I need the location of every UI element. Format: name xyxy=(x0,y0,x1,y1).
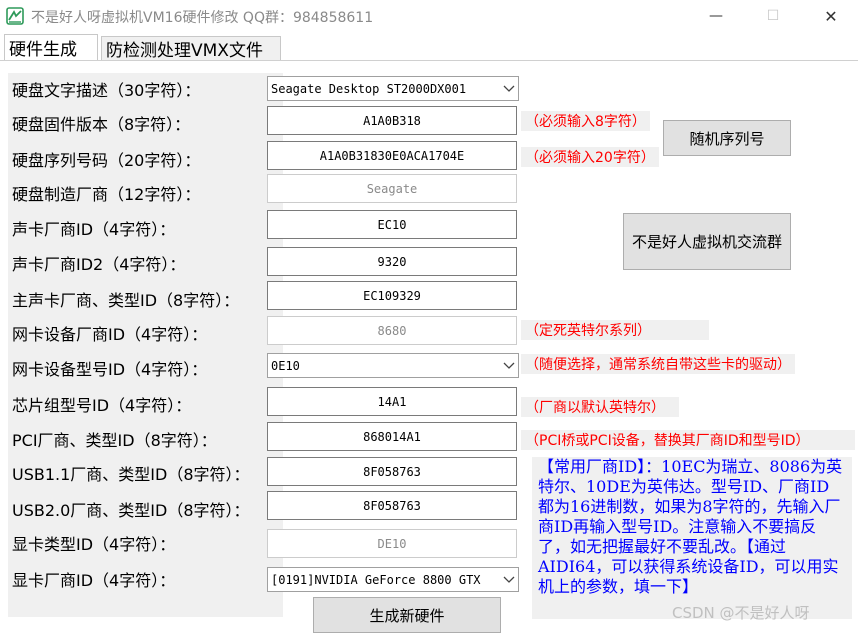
maximize-icon: ☐ xyxy=(766,8,780,24)
hardware-panel: 硬盘文字描述（30字符）： 硬盘固件版本（8字符）： 硬盘序列号码（20字符）：… xyxy=(0,61,858,633)
disk-serial-input[interactable]: A1A0B31830E0ACA1704E xyxy=(267,141,517,170)
label-disk-description: 硬盘文字描述（30字符）： xyxy=(12,81,201,100)
join-group-button[interactable]: 不是好人虚拟机交流群 xyxy=(623,213,791,270)
label-usb11-id: USB1.1厂商、类型ID（8字符）： xyxy=(12,465,250,484)
disk-description-value: Seagate Desktop ST2000DX001 xyxy=(271,81,467,96)
label-sound-vendor-id: 声卡厂商ID（4字符）： xyxy=(12,220,176,239)
label-disk-vendor: 硬盘制造厂商（12字符）： xyxy=(12,185,201,204)
label-chipset-model-id: 芯片组型号ID（4字符）： xyxy=(12,396,192,415)
csdn-watermark: CSDN @不是好人呀 xyxy=(672,604,810,622)
label-nic-model-id: 网卡设备型号ID（4字符）： xyxy=(12,360,208,379)
label-usb20-id: USB2.0厂商、类型ID（8字符）： xyxy=(12,501,250,520)
sound-vendor-id-input[interactable]: EC10 xyxy=(267,210,517,239)
hint-serial-length: （必须输入20字符） xyxy=(521,147,659,167)
gpu-type-id-input: DE10 xyxy=(267,529,517,558)
random-serial-button[interactable]: 随机序列号 xyxy=(663,120,791,156)
chevron-down-icon[interactable] xyxy=(500,85,518,93)
chevron-down-icon[interactable] xyxy=(500,362,518,370)
close-icon: ✕ xyxy=(824,6,838,26)
hint-nic-vendor: （定死英特尔系列） xyxy=(521,320,709,340)
tab-hardware-generate[interactable]: 硬件生成 xyxy=(4,34,98,60)
hint-chipset: （厂商以默认英特尔） xyxy=(521,397,679,417)
sound-vendor-id2-input[interactable]: 9320 xyxy=(267,247,517,276)
usb11-id-input[interactable]: 8F058763 xyxy=(267,457,517,486)
nic-model-select[interactable]: 0E10 xyxy=(267,353,519,378)
main-sound-id-input[interactable]: EC109329 xyxy=(267,281,517,310)
label-disk-firmware: 硬盘固件版本（8字符）： xyxy=(12,115,191,134)
hint-pci: （PCI桥或PCI设备，替换其厂商ID和型号ID） xyxy=(521,430,855,450)
minimize-icon: — xyxy=(709,8,723,24)
label-gpu-vendor-id: 显卡厂商ID（4字符）： xyxy=(12,571,176,590)
chevron-down-icon[interactable] xyxy=(500,576,518,584)
gpu-vendor-value: [0191]NVIDIA GeForce 8800 GTX xyxy=(271,572,481,587)
close-button[interactable]: ✕ xyxy=(808,0,854,32)
maximize-button[interactable]: ☐ xyxy=(750,0,796,32)
label-pci-id: PCI厂商、类型ID（8字符）： xyxy=(12,431,217,450)
disk-description-select[interactable]: Seagate Desktop ST2000DX001 xyxy=(267,76,519,101)
tab-vmx-anti-detect[interactable]: 防检测处理VMX文件 xyxy=(101,36,281,61)
label-main-sound-id: 主声卡厂商、类型ID（8字符）： xyxy=(12,291,240,310)
minimize-button[interactable]: — xyxy=(693,0,739,32)
chipset-model-id-input[interactable]: 14A1 xyxy=(267,387,517,416)
label-nic-vendor-id: 网卡设备厂商ID（4字符）： xyxy=(12,325,208,344)
nic-model-value: 0E10 xyxy=(271,358,300,373)
usb20-id-input[interactable]: 8F058763 xyxy=(267,491,517,520)
pci-id-input[interactable]: 868014A1 xyxy=(267,422,517,451)
app-logo-icon xyxy=(6,7,24,25)
disk-firmware-input[interactable]: A1A0B318 xyxy=(267,106,517,135)
label-sound-vendor-id2: 声卡厂商ID2（4字符）： xyxy=(12,255,186,274)
tab-strip: 硬件生成 防检测处理VMX文件 xyxy=(0,32,858,61)
hint-firmware-length: （必须输入8字符） xyxy=(521,111,650,131)
disk-vendor-input: Seagate xyxy=(267,174,517,203)
vendor-id-note: 【常用厂商ID】：10EC为瑞立、8086为英特尔、10DE为英伟达。型号ID、… xyxy=(532,457,852,619)
hint-nic-model: （随便选择，通常系统自带这些卡的驱动） xyxy=(521,354,795,374)
generate-hardware-button[interactable]: 生成新硬件 xyxy=(313,597,501,633)
nic-vendor-id-input: 8680 xyxy=(267,316,517,345)
gpu-vendor-select[interactable]: [0191]NVIDIA GeForce 8800 GTX xyxy=(267,567,519,592)
label-gpu-type-id: 显卡类型ID（4字符）： xyxy=(12,535,176,554)
window-title: 不是好人呀虚拟机VM16硬件修改 QQ群：984858611 xyxy=(31,10,374,26)
label-disk-serial: 硬盘序列号码（20字符）： xyxy=(12,151,201,170)
title-bar: 不是好人呀虚拟机VM16硬件修改 QQ群：984858611 — ☐ ✕ xyxy=(0,0,858,32)
